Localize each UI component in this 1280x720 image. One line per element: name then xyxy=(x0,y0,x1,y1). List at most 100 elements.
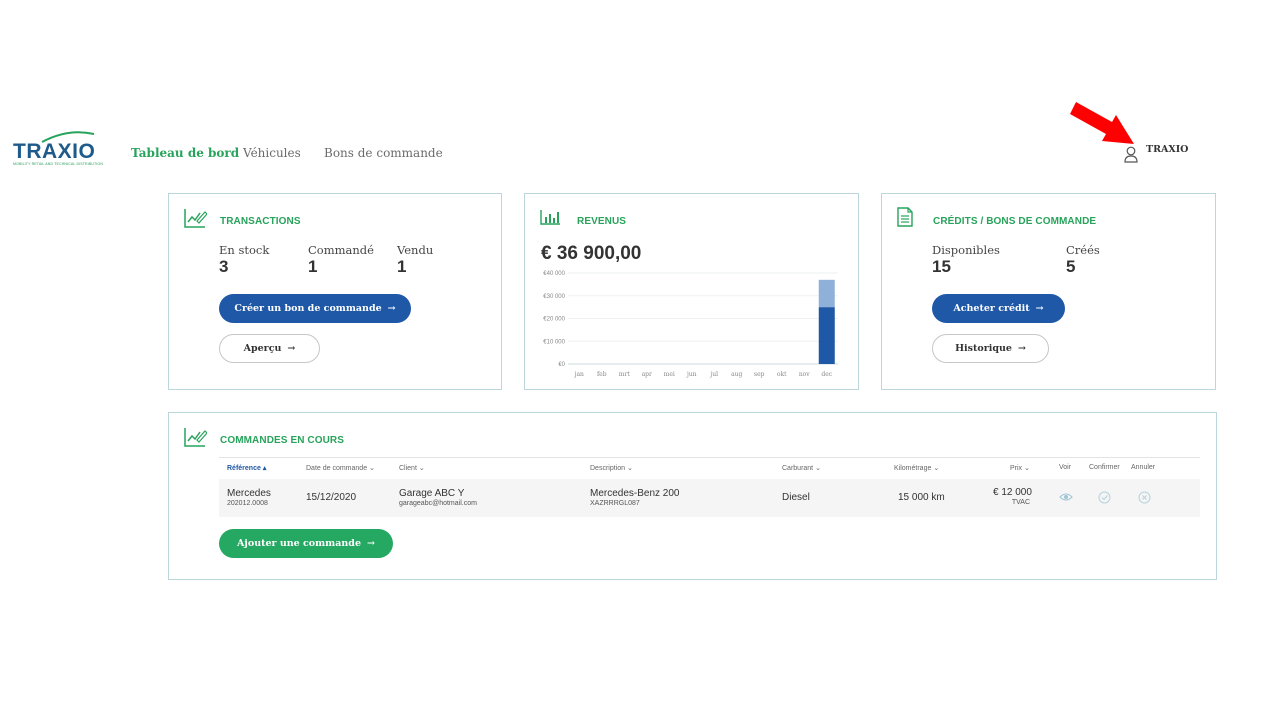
chevron-down-icon: ⌄ xyxy=(369,465,375,472)
column-header-confirmer: Confirmer xyxy=(1089,464,1120,471)
history-button[interactable]: Historique → xyxy=(932,334,1049,363)
logo-wordmark: TRAXIO xyxy=(13,140,96,163)
chart-y-tick-label: €10 000 xyxy=(543,339,565,345)
chart-x-tick-label: apr xyxy=(642,371,652,378)
cell-prix: € 12 000 xyxy=(993,487,1032,498)
cancel-circle-icon[interactable] xyxy=(1138,491,1151,504)
transactions-card xyxy=(168,193,502,390)
chart-edit-icon xyxy=(184,428,207,447)
overview-label: Aperçu xyxy=(243,343,282,354)
buy-credit-button[interactable]: Acheter crédit → xyxy=(932,294,1065,323)
column-header-kilometrage[interactable]: Kilométrage ⌄ xyxy=(894,464,939,472)
stat-label-crees: Créés xyxy=(1066,243,1100,257)
table-row[interactable] xyxy=(219,479,1200,517)
column-header-description-label: Description xyxy=(590,465,626,472)
chart-x-tick-label: jan xyxy=(574,371,584,378)
revenue-bar-chart: €0 €10 000 €20 000 €30 000 €40 000 jan feb mrt a… xyxy=(543,271,838,378)
arrow-right-icon: → xyxy=(366,538,375,549)
arrow-right-icon: → xyxy=(1017,343,1026,354)
cell-reference: Mercedes xyxy=(227,488,271,499)
sort-up-icon: ▴ xyxy=(262,465,267,472)
column-header-carburant[interactable]: Carburant ⌄ xyxy=(782,464,821,472)
check-circle-icon[interactable] xyxy=(1098,491,1111,504)
chevron-down-icon: ⌄ xyxy=(933,465,940,472)
chart-x-tick-label: aug xyxy=(731,371,742,378)
column-header-date[interactable]: Date de commande ⌄ xyxy=(306,464,375,472)
chart-x-tick-label: feb xyxy=(597,371,607,378)
stat-value-crees: 5 xyxy=(1066,257,1076,276)
column-header-client-label: Client xyxy=(399,465,417,472)
stat-value-disponibles: 15 xyxy=(932,257,951,276)
column-header-kilometrage-label: Kilométrage xyxy=(894,465,932,472)
cell-client-email: garageabc@hotmail.com xyxy=(399,500,477,507)
chart-x-tick-label: jul xyxy=(709,371,718,378)
column-header-client[interactable]: Client ⌄ xyxy=(399,464,425,472)
orders-title: COMMANDES EN COURS xyxy=(220,435,345,446)
create-purchase-order-button[interactable]: Créer un bon de commande → xyxy=(219,294,411,323)
cell-description-code: XAZRRRGL087 xyxy=(590,500,640,507)
chevron-down-icon: ⌄ xyxy=(418,465,425,472)
chart-y-tick-label: €20 000 xyxy=(543,317,565,323)
column-header-date-label: Date de commande xyxy=(306,465,368,472)
nav-bons-de-commande[interactable]: Bons de commande xyxy=(324,146,443,160)
revenue-title: REVENUS xyxy=(577,216,627,227)
cell-prix-tax: TVAC xyxy=(1011,499,1030,506)
arrow-right-icon: → xyxy=(287,343,296,354)
column-header-prix-label: Prix xyxy=(1010,465,1023,472)
chart-y-tick-label: €0 xyxy=(558,362,565,368)
chart-x-tick-label: okt xyxy=(777,371,787,378)
column-header-annuler: Annuler xyxy=(1131,464,1156,471)
chart-x-tick-label: dec xyxy=(821,371,832,378)
cell-reference-number: 202012.0008 xyxy=(227,500,268,507)
create-purchase-order-label: Créer un bon de commande xyxy=(234,303,382,314)
chart-x-tick-label: jun xyxy=(686,371,697,378)
user-icon xyxy=(1124,146,1138,163)
cell-client: Garage ABC Y xyxy=(399,488,465,499)
user-name: TRAXIO xyxy=(1146,144,1189,155)
arrow-right-icon: → xyxy=(387,303,396,314)
column-header-voir: Voir xyxy=(1059,464,1072,471)
eye-icon[interactable] xyxy=(1059,492,1073,502)
stat-label-vendu: Vendu xyxy=(397,243,434,257)
stat-label-commande: Commandé xyxy=(308,243,374,257)
column-header-description[interactable]: Description ⌄ xyxy=(590,464,633,472)
cell-carburant: Diesel xyxy=(782,492,810,503)
chart-edit-icon xyxy=(184,209,207,228)
arrow-right-icon: → xyxy=(1035,303,1044,314)
chevron-down-icon: ⌄ xyxy=(626,465,633,472)
transactions-title: TRANSACTIONS xyxy=(220,216,301,227)
traxio-logo[interactable]: TRAXIO MOBILITY RETAIL AND TECHNICAL DIS… xyxy=(12,130,104,170)
cell-description: Mercedes-Benz 200 xyxy=(590,488,680,499)
document-icon xyxy=(897,207,913,227)
column-header-reference-label: Référence xyxy=(227,465,261,472)
nav-vehicules[interactable]: Véhicules xyxy=(243,146,301,160)
chart-y-tick-label: €30 000 xyxy=(543,294,565,300)
chart-x-tick-label: mei xyxy=(664,371,675,378)
stat-value-vendu: 1 xyxy=(397,257,407,276)
chevron-down-icon: ⌄ xyxy=(815,465,821,472)
column-header-prix[interactable]: Prix ⌄ xyxy=(1010,464,1030,472)
history-label: Historique xyxy=(955,343,1012,354)
chart-x-tick-label: nov xyxy=(799,371,810,378)
stat-label-disponibles: Disponibles xyxy=(932,243,1000,257)
stat-value-en-stock: 3 xyxy=(219,257,229,276)
chevron-down-icon: ⌄ xyxy=(1024,465,1030,472)
chart-bar-dec-segment-0 xyxy=(818,307,835,364)
add-order-label: Ajouter une commande xyxy=(237,538,361,549)
credits-title: CRÉDITS / BONS DE COMMANDE xyxy=(933,216,1097,227)
revenue-amount: € 36 900,00 xyxy=(541,243,642,264)
nav-tableau-de-bord[interactable]: Tableau de bord xyxy=(131,146,239,160)
buy-credit-label: Acheter crédit xyxy=(953,303,1030,314)
cell-kilometrage: 15 000 km xyxy=(898,492,945,503)
add-order-button[interactable]: Ajouter une commande → xyxy=(219,529,393,558)
user-menu[interactable]: TRAXIO xyxy=(1124,143,1188,163)
stat-label-en-stock: En stock xyxy=(219,243,270,257)
stat-value-commande: 1 xyxy=(308,257,318,276)
logo-tagline: MOBILITY RETAIL AND TECHNICAL DISTRIBUTI… xyxy=(13,162,103,166)
column-header-reference[interactable]: Référence ▴ xyxy=(227,464,266,472)
chart-x-tick-label: mrt xyxy=(619,371,631,378)
overview-button[interactable]: Aperçu → xyxy=(219,334,320,363)
cell-date: 15/12/2020 xyxy=(306,492,357,503)
table-header-divider xyxy=(219,457,1200,458)
bar-chart-icon xyxy=(540,210,560,225)
